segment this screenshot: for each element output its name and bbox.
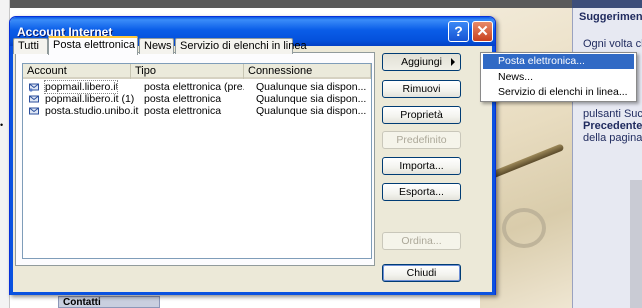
- chiudi-button[interactable]: Chiudi: [382, 264, 461, 282]
- background-header-right: [572, 0, 642, 8]
- mail-account-icon: [29, 107, 39, 115]
- table-row[interactable]: posta.studio.unibo.it posta elettronica …: [23, 105, 371, 117]
- tips-line: della pagina.: [583, 132, 642, 144]
- column-header-tipo[interactable]: Tipo: [131, 64, 244, 79]
- help-button[interactable]: ?: [448, 21, 469, 42]
- mail-account-icon: [29, 95, 39, 103]
- tips-line: pulsanti Suc: [583, 108, 642, 120]
- menu-item-news[interactable]: News...: [483, 70, 634, 85]
- table-row[interactable]: popmail.libero.it posta elettronica (pre…: [23, 80, 371, 94]
- tips-scroll-area: [630, 180, 642, 308]
- importa-button[interactable]: Importa...: [382, 157, 461, 175]
- ordina-button[interactable]: Ordina...: [382, 232, 461, 250]
- submenu-arrow-icon: [451, 58, 455, 66]
- proprieta-button[interactable]: Proprietà: [382, 106, 461, 124]
- menu-item-servizio-elenchi[interactable]: Servizio di elenchi in linea...: [483, 85, 634, 100]
- account-connection: Qualunque sia dispon...: [256, 93, 367, 105]
- table-row[interactable]: popmail.libero.it (1) posta elettronica …: [23, 93, 371, 105]
- background-header-bar: [10, 0, 572, 8]
- tab-tutti[interactable]: Tutti: [13, 38, 48, 54]
- tips-line: Ogni volta ch: [583, 38, 642, 50]
- esporta-button[interactable]: Esporta...: [382, 183, 461, 201]
- pen-image: [487, 143, 565, 180]
- tab-posta-elettronica[interactable]: Posta elettronica: [48, 36, 138, 55]
- predefinito-button[interactable]: Predefinito: [382, 131, 461, 149]
- tab-news[interactable]: News: [139, 38, 174, 54]
- menu-item-posta-elettronica[interactable]: Posta elettronica...: [483, 54, 634, 69]
- contacts-tab[interactable]: Contatti: [58, 296, 160, 308]
- column-header-account[interactable]: Account: [23, 64, 131, 79]
- account-connection: Qualunque sia dispon...: [256, 105, 367, 117]
- account-connection: Qualunque sia dispon...: [256, 81, 367, 93]
- account-name: popmail.libero.it (1): [45, 93, 135, 105]
- account-name: popmail.libero.it: [44, 80, 118, 94]
- account-type: posta elettronica: [144, 93, 222, 105]
- aggiungi-button[interactable]: Aggiungi: [382, 53, 461, 71]
- tips-title: Suggerimen: [579, 11, 642, 23]
- account-type: posta elettronica (pre...: [144, 81, 244, 93]
- account-name: posta.studio.unibo.it: [45, 105, 139, 117]
- account-type: posta elettronica: [144, 105, 222, 117]
- accounts-list[interactable]: Account Tipo Connessione popmail.libero.…: [22, 63, 372, 259]
- column-header-connessione[interactable]: Connessione: [244, 64, 371, 79]
- glasses-image: [502, 208, 546, 248]
- tab-servizio-elenchi[interactable]: Servizio di elenchi in linea: [175, 38, 307, 54]
- aggiungi-label: Aggiungi: [401, 56, 442, 68]
- tips-line: Precedente: [583, 120, 642, 132]
- list-header: Account Tipo Connessione: [23, 64, 371, 79]
- close-icon: ✕: [476, 23, 489, 40]
- close-button[interactable]: ✕: [472, 21, 493, 42]
- help-icon: ?: [454, 23, 463, 39]
- aggiungi-menu: Posta elettronica... News... Servizio di…: [480, 52, 637, 102]
- mail-account-icon: [29, 83, 39, 92]
- background-bullet: •: [0, 120, 4, 130]
- rimuovi-button[interactable]: Rimuovi: [382, 80, 461, 98]
